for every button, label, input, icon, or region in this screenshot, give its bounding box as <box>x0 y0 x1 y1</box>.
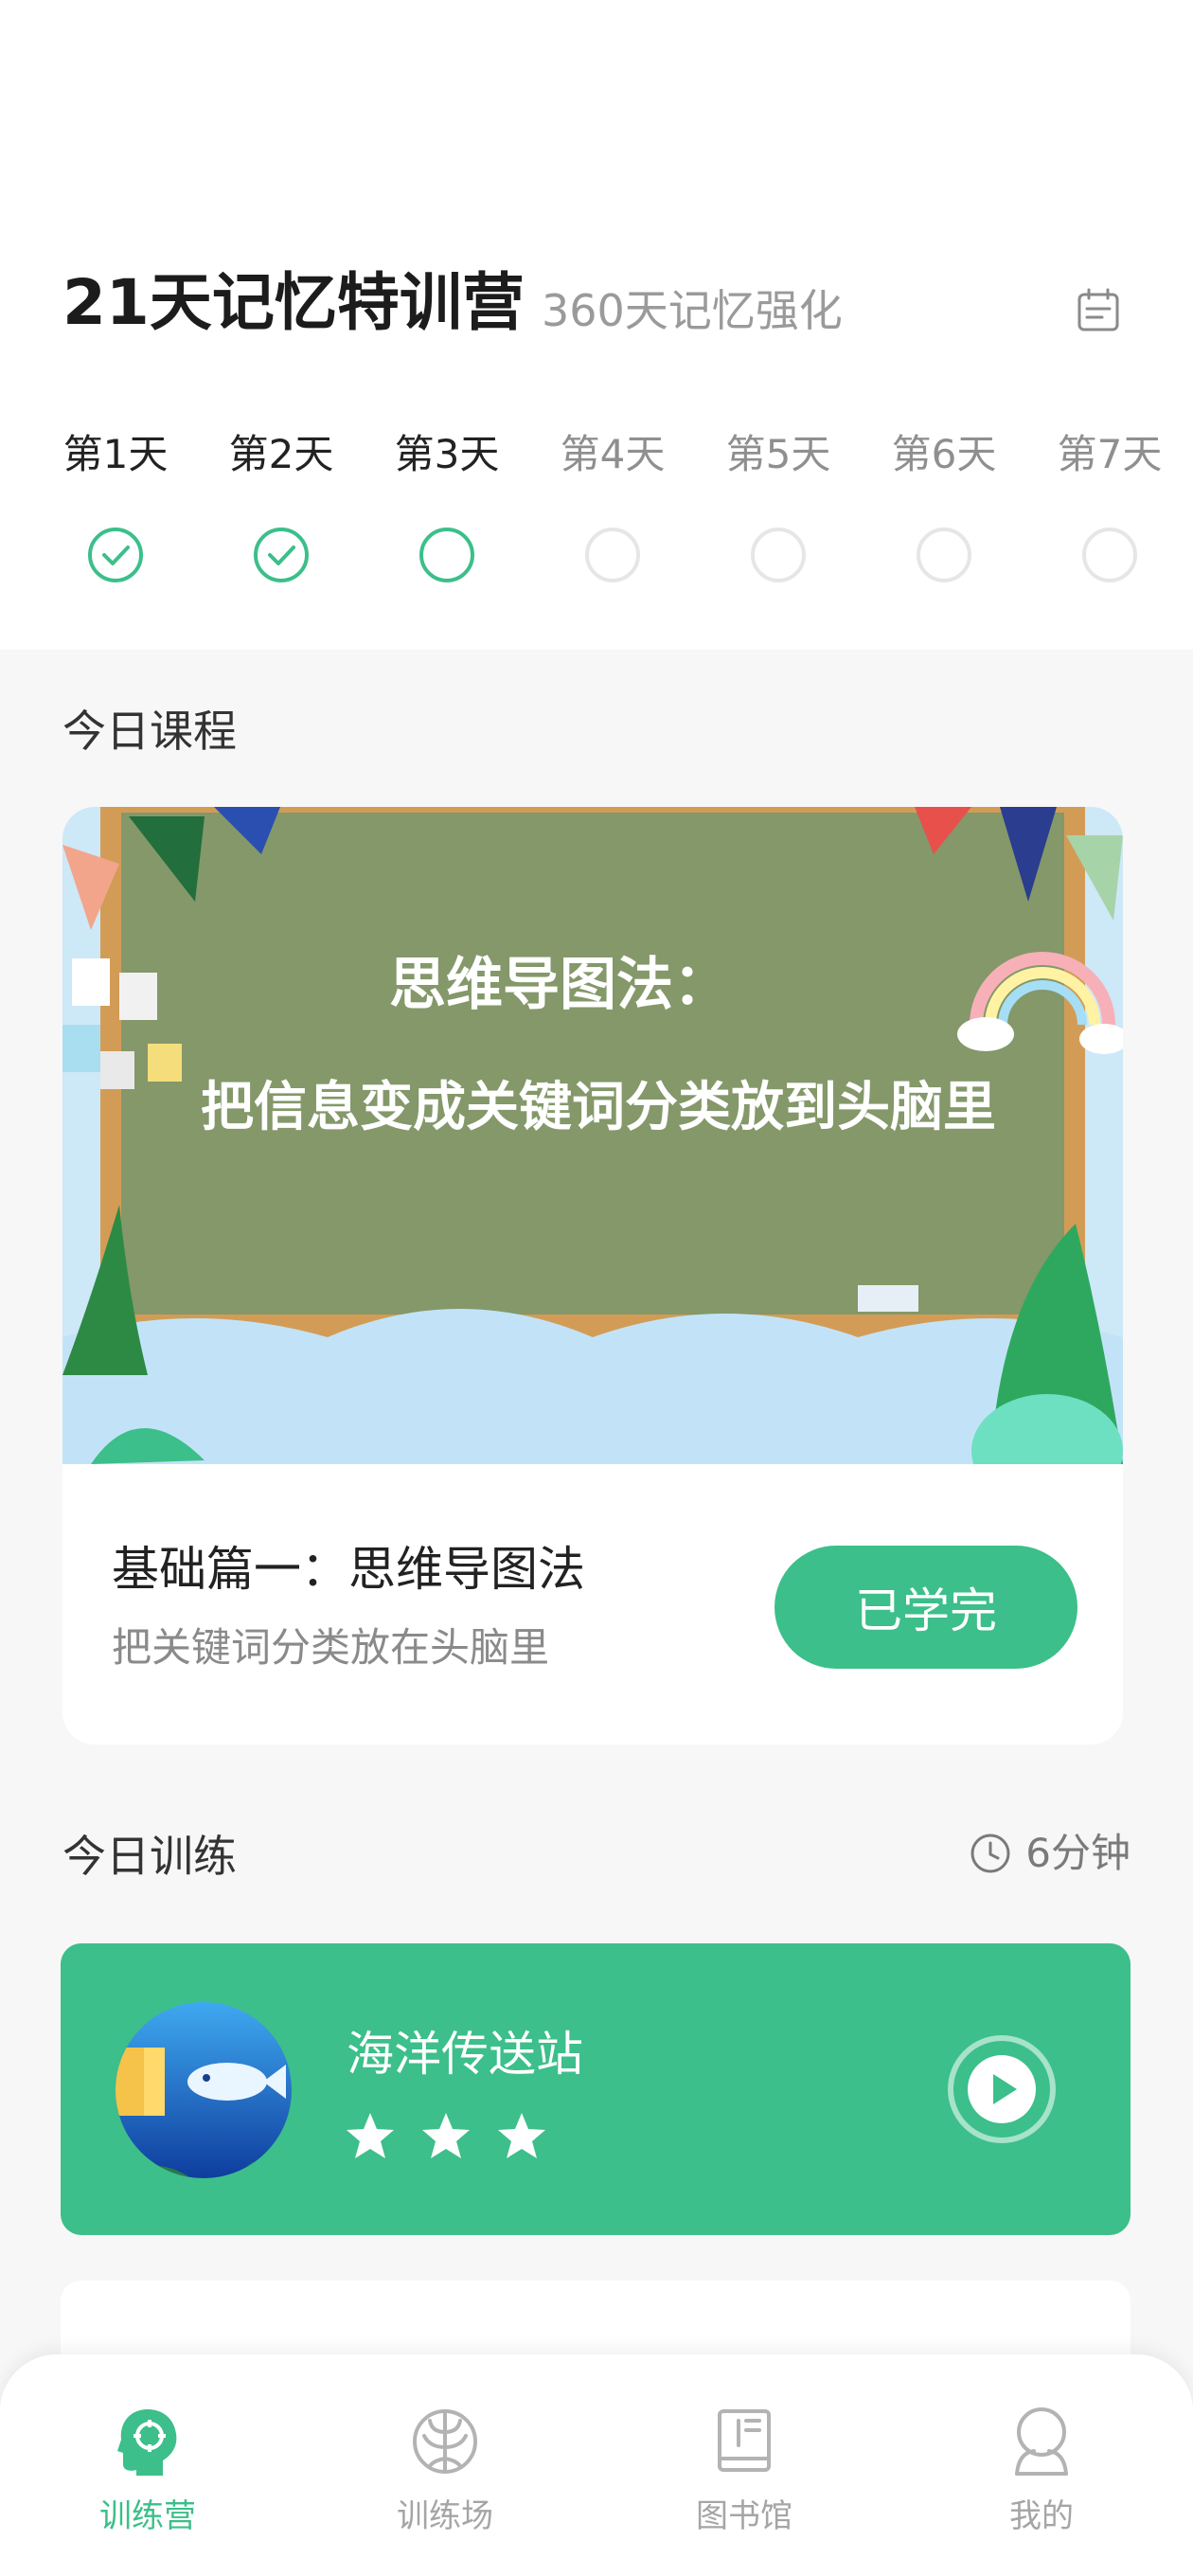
tab-label: 图书馆 <box>696 2497 792 2535</box>
page-title: 21天记忆特训营 <box>62 266 525 339</box>
star-icon <box>498 2113 545 2158</box>
tab-training-camp[interactable]: 训练营 <box>53 2404 242 2540</box>
day-label: 第1天 <box>62 431 169 477</box>
tab-label: 训练场 <box>397 2497 493 2535</box>
subtitle-link[interactable]: 360天记忆强化 <box>542 280 843 341</box>
tab-label: 我的 <box>1009 2497 1074 2535</box>
day-label: 第3天 <box>394 431 500 477</box>
play-button-icon[interactable] <box>945 2032 1059 2146</box>
head-target-icon <box>117 2409 177 2476</box>
day-6[interactable]: 第6天 <box>868 428 1020 582</box>
star-icon <box>422 2113 470 2158</box>
course-card[interactable]: 思维导图法： 把信息变成关键词分类放到头脑里 基础篇一：思维导图法 把关键词分类… <box>62 807 1123 1744</box>
day-label: 第5天 <box>725 431 831 477</box>
training-name: 海洋传送站 <box>347 2027 583 2082</box>
course-banner-image[interactable]: 思维导图法： 把信息变成关键词分类放到头脑里 <box>62 807 1123 1464</box>
ocean-thumbnail-image <box>116 2002 292 2178</box>
training-section-title: 今日训练 <box>62 1831 237 1882</box>
empty-circle-icon <box>585 528 640 582</box>
day-label: 第4天 <box>560 431 666 477</box>
lesson-subtitle: 把关键词分类放在头脑里 <box>112 1624 550 1671</box>
completed-button[interactable]: 已学完 <box>775 1546 1077 1669</box>
banner-subtitle: 把信息变成关键词分类放到头脑里 <box>201 1077 996 1136</box>
check-circle-icon <box>88 528 143 582</box>
clock-icon <box>970 1834 1010 1873</box>
bottom-tab-bar: 训练营 训练场 图书馆 我的 <box>0 2354 1193 2576</box>
calendar-icon[interactable] <box>1074 286 1123 335</box>
tab-training-field[interactable]: 训练场 <box>350 2404 540 2540</box>
day-2[interactable]: 第2天 <box>205 428 357 582</box>
day-5[interactable]: 第5天 <box>703 428 854 582</box>
day-label: 第7天 <box>1057 431 1163 477</box>
tab-label: 训练营 <box>99 2497 196 2535</box>
day-label: 第6天 <box>891 431 997 477</box>
empty-circle-icon <box>751 528 806 582</box>
training-card[interactable]: 海洋传送站 <box>61 1943 1131 2235</box>
tab-library[interactable]: 图书馆 <box>650 2404 839 2540</box>
day-7[interactable]: 第7天 <box>1034 428 1185 582</box>
day-4[interactable]: 第4天 <box>537 428 688 582</box>
lesson-title: 基础篇一：思维导图法 <box>112 1542 585 1597</box>
check-circle-icon <box>254 528 309 582</box>
banner-title: 思维导图法： <box>389 953 730 1016</box>
empty-circle-icon <box>917 528 971 582</box>
header-section: 21天记忆特训营 360天记忆强化 第1天 第2天 第3天 第4天 第5天 第6… <box>0 0 1193 650</box>
duration-label: 6分钟 <box>969 1823 1131 1884</box>
course-section-title: 今日课程 <box>62 706 237 757</box>
empty-circle-icon <box>1082 528 1137 582</box>
brain-icon <box>413 2409 477 2474</box>
book-icon <box>718 2409 771 2472</box>
current-circle-icon <box>419 528 474 582</box>
day-label: 第2天 <box>228 431 334 477</box>
user-icon <box>1015 2407 1068 2476</box>
day-1[interactable]: 第1天 <box>40 428 191 582</box>
star-rating <box>345 2110 547 2161</box>
duration-text: 6分钟 <box>1025 1830 1131 1876</box>
day-3[interactable]: 第3天 <box>371 428 523 582</box>
star-icon <box>347 2113 394 2158</box>
tab-mine[interactable]: 我的 <box>947 2404 1136 2540</box>
